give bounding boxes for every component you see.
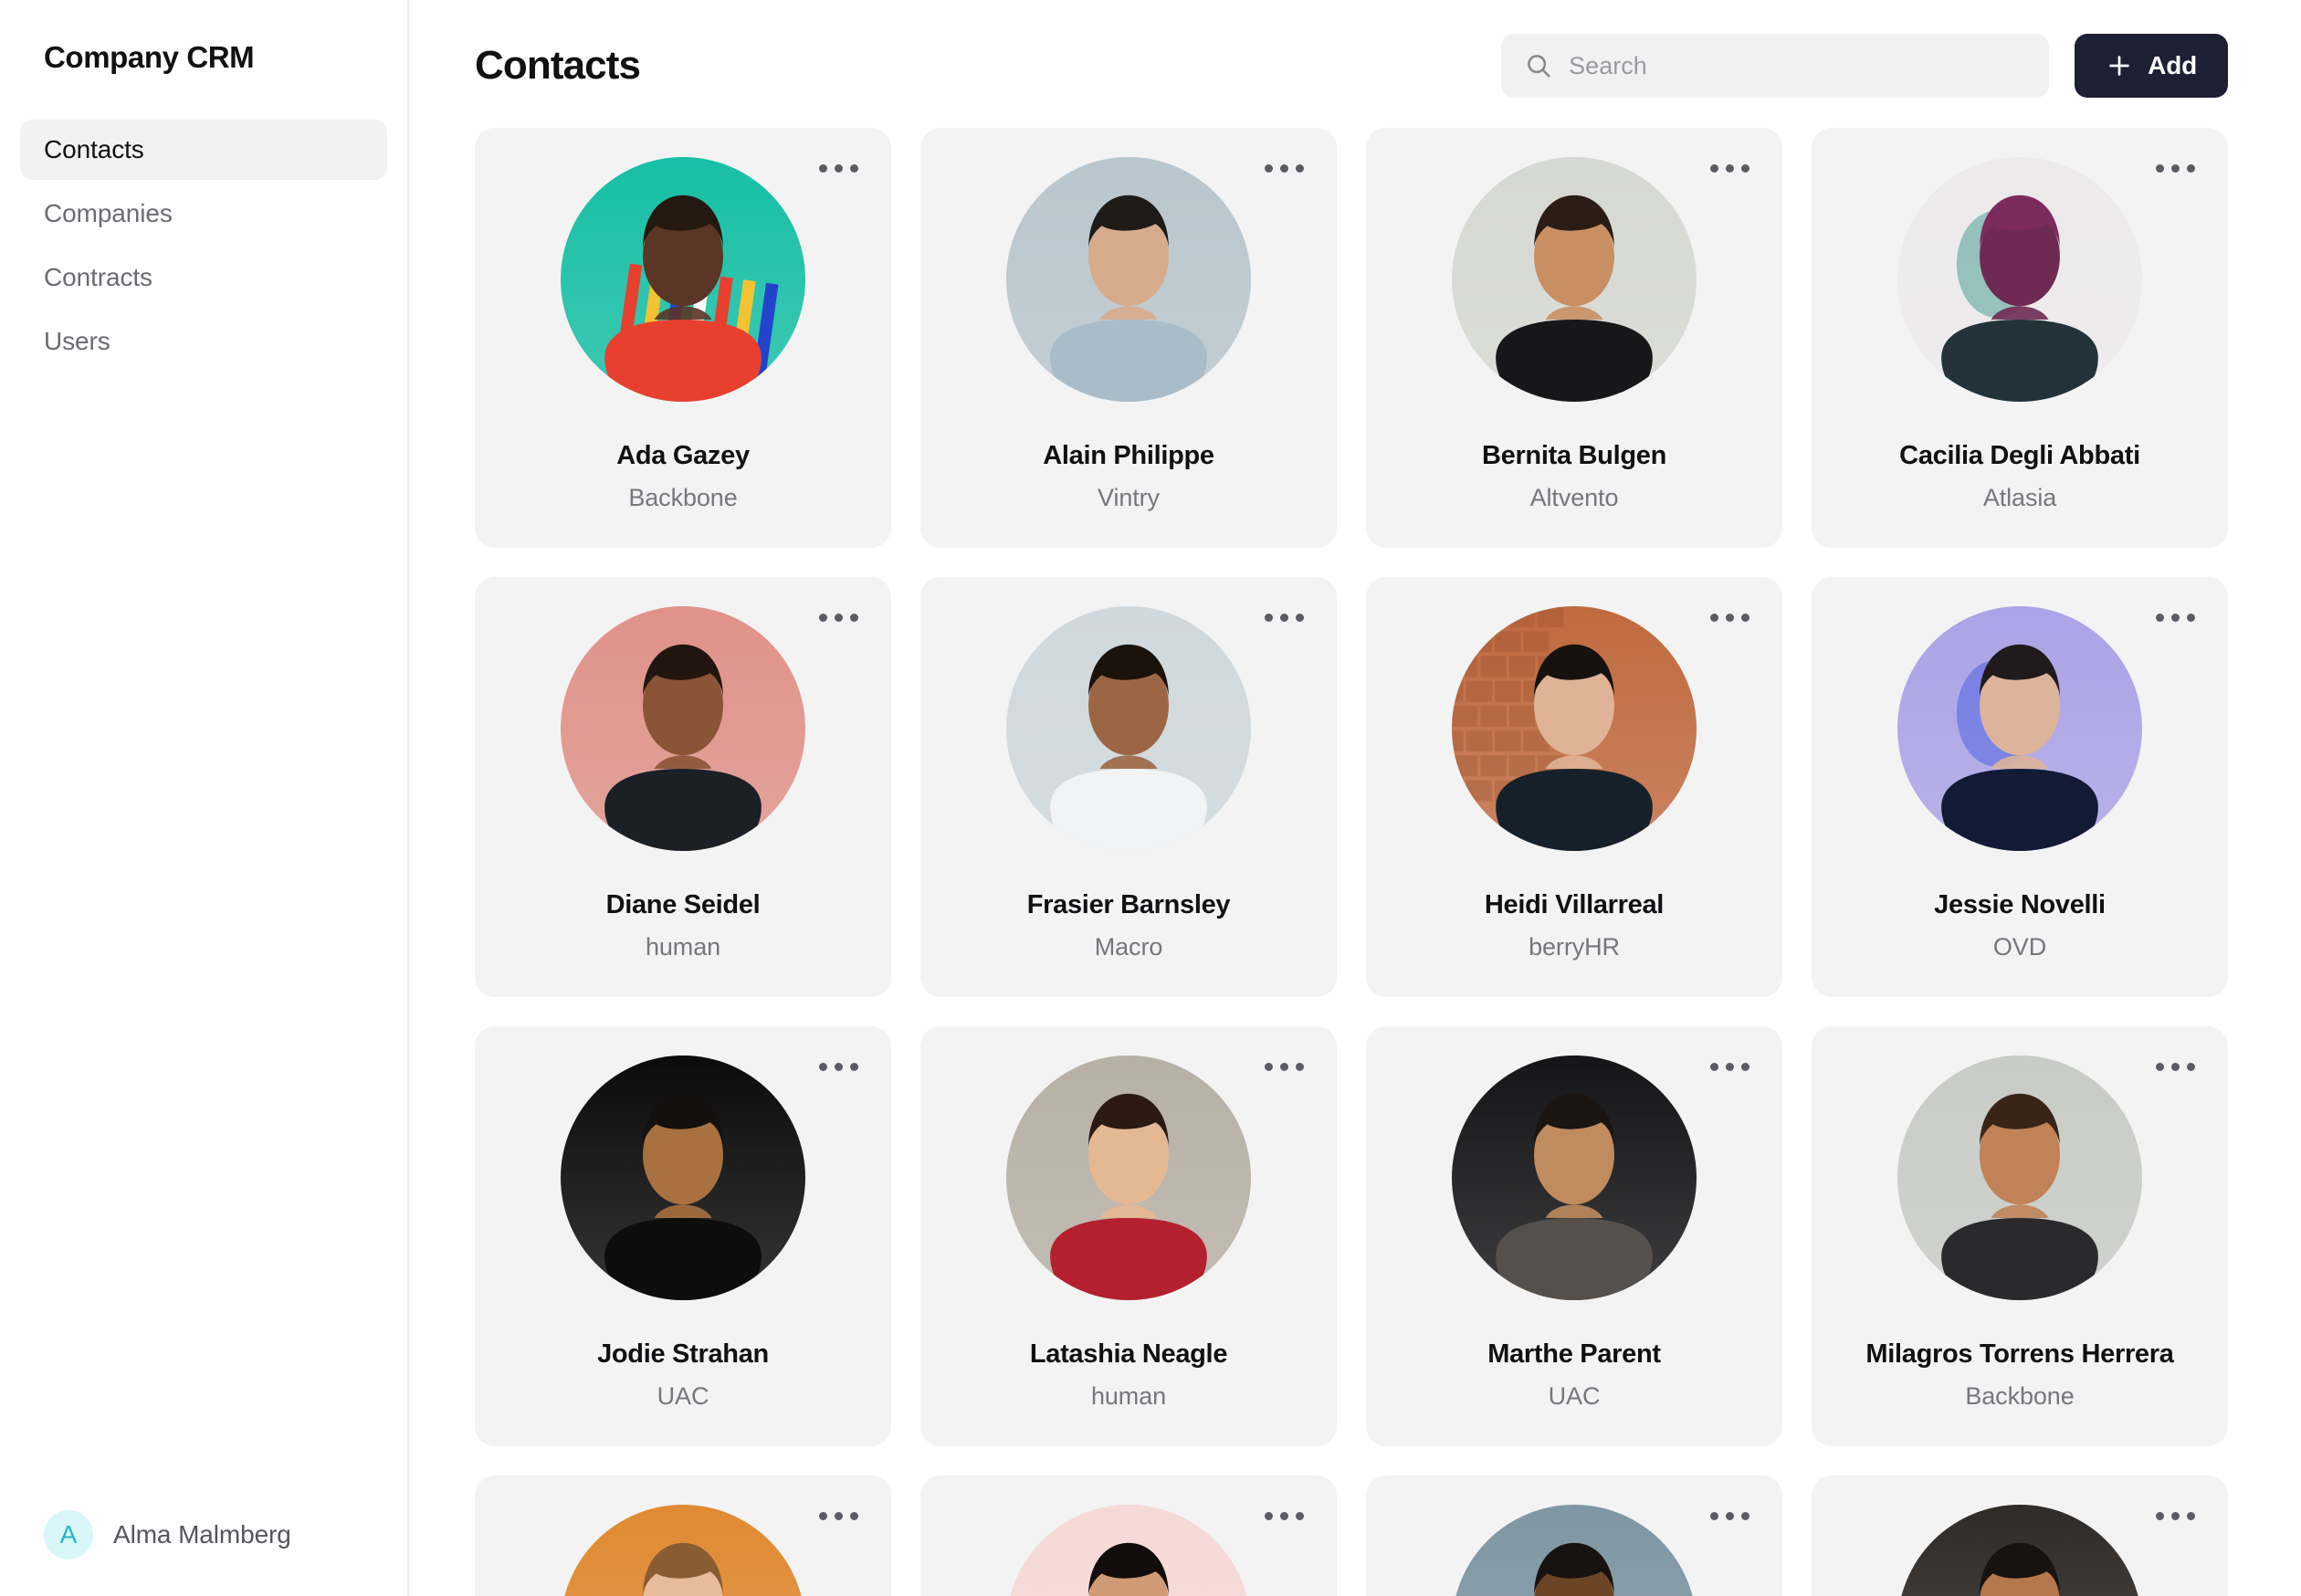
contact-card[interactable] <box>1366 1475 1782 1596</box>
contact-card[interactable]: Marthe Parent UAC <box>1366 1026 1782 1446</box>
ellipsis-icon[interactable] <box>1705 1507 1755 1526</box>
sidebar-user-profile[interactable]: A Alma Malmberg <box>0 1510 407 1559</box>
sidebar-item-label: Companies <box>44 199 173 227</box>
main-content: Contacts Add <box>409 0 2301 1596</box>
ellipsis-icon[interactable] <box>814 608 864 627</box>
sidebar-item-contracts[interactable]: Contracts <box>20 247 387 308</box>
contacts-grid: Ada Gazey Backbone Alain Philippe Vintry B… <box>475 128 2228 1596</box>
contact-avatar <box>1452 157 1697 402</box>
sidebar-item-users[interactable]: Users <box>20 311 387 372</box>
ellipsis-icon[interactable] <box>1705 159 1755 178</box>
ellipsis-icon[interactable] <box>814 159 864 178</box>
contact-name: Latashia Neagle <box>1029 1339 1228 1369</box>
contact-avatar <box>1006 1505 1251 1596</box>
contact-avatar <box>1006 606 1251 851</box>
contact-name: Heidi Villarreal <box>1484 890 1665 919</box>
sidebar-item-contacts[interactable]: Contacts <box>20 120 387 180</box>
ellipsis-icon[interactable] <box>814 1507 864 1526</box>
contact-company: Backbone <box>1965 1381 2075 1410</box>
add-button[interactable]: Add <box>2075 34 2228 98</box>
contact-company: human <box>1090 1381 1167 1410</box>
contact-company: berryHR <box>1529 932 1620 961</box>
contact-company: Atlasia <box>1982 483 2057 511</box>
app-brand-title: Company CRM <box>44 40 255 74</box>
sidebar-item-label: Contacts <box>44 135 144 163</box>
ellipsis-icon[interactable] <box>1259 608 1309 627</box>
contact-avatar <box>1006 157 1251 402</box>
add-button-label: Add <box>2148 51 2197 79</box>
avatar: A <box>44 1510 93 1559</box>
plus-icon <box>2106 52 2133 79</box>
contact-card[interactable] <box>1812 1475 2228 1596</box>
header-actions: Add <box>1501 34 2228 98</box>
contact-avatar <box>561 606 805 851</box>
contact-name: Bernita Bulgen <box>1481 441 1667 470</box>
contact-avatar <box>1452 1505 1697 1596</box>
contact-company: Vintry <box>1098 483 1160 511</box>
app-root: Company CRM Contacts Companies Contracts Us… <box>0 0 2301 1596</box>
ellipsis-icon[interactable] <box>1259 1507 1309 1526</box>
ellipsis-icon[interactable] <box>1259 159 1309 178</box>
contact-avatar <box>1452 1055 1697 1300</box>
contact-card[interactable] <box>475 1475 891 1596</box>
ellipsis-icon[interactable] <box>2150 608 2201 627</box>
contact-name: Milagros Torrens Herrera <box>1865 1339 2174 1369</box>
contact-card[interactable]: Jodie Strahan UAC <box>475 1026 891 1446</box>
sidebar-item-label: Contracts <box>44 263 152 291</box>
contact-card[interactable]: Milagros Torrens Herrera Backbone <box>1812 1026 2228 1446</box>
contact-name: Cacilia Degli Abbati <box>1899 441 2140 470</box>
contact-company: Altvento <box>1529 483 1619 511</box>
contact-company: OVD <box>1992 932 2047 961</box>
contact-card[interactable]: Alain Philippe Vintry <box>920 128 1337 548</box>
ellipsis-icon[interactable] <box>2150 1057 2201 1076</box>
ellipsis-icon[interactable] <box>2150 159 2201 178</box>
contact-card[interactable] <box>920 1475 1337 1596</box>
contact-card[interactable]: Latashia Neagle human <box>920 1026 1337 1446</box>
contact-card[interactable]: Cacilia Degli Abbati Atlasia <box>1812 128 2228 548</box>
contact-card[interactable]: Bernita Bulgen Altvento <box>1366 128 1782 548</box>
contact-company: UAC <box>1548 1381 1601 1410</box>
contact-avatar <box>561 1055 805 1300</box>
contact-card[interactable]: Ada Gazey Backbone <box>475 128 891 548</box>
contact-avatar <box>561 1505 805 1596</box>
sidebar-user-name: Alma Malmberg <box>113 1520 291 1549</box>
contact-card[interactable]: Frasier Barnsley Macro <box>920 577 1337 997</box>
ellipsis-icon[interactable] <box>1259 1057 1309 1076</box>
ellipsis-icon[interactable] <box>1705 608 1755 627</box>
ellipsis-icon[interactable] <box>814 1057 864 1076</box>
contact-avatar <box>1006 1055 1251 1300</box>
contact-avatar <box>1897 1505 2142 1596</box>
contact-avatar <box>1897 1055 2142 1300</box>
sidebar-item-label: Users <box>44 327 110 355</box>
sidebar-nav: Contacts Companies Contracts Users <box>0 120 407 372</box>
contact-name: Marthe Parent <box>1487 1339 1661 1369</box>
contact-name: Jodie Strahan <box>597 1339 769 1369</box>
contact-avatar <box>1452 606 1697 851</box>
ellipsis-icon[interactable] <box>2150 1507 2201 1526</box>
search-icon <box>1525 52 1552 79</box>
contact-name: Ada Gazey <box>616 441 750 470</box>
contact-name: Alain Philippe <box>1043 441 1214 470</box>
contact-card[interactable]: Diane Seidel human <box>475 577 891 997</box>
sidebar-item-companies[interactable]: Companies <box>20 184 387 244</box>
search-input[interactable] <box>1569 51 2026 80</box>
contact-company: Macro <box>1094 932 1163 961</box>
search-box[interactable] <box>1501 34 2050 98</box>
contact-company: UAC <box>657 1381 709 1410</box>
contact-name: Diane Seidel <box>605 890 761 919</box>
sidebar: Company CRM Contacts Companies Contracts Us… <box>0 0 409 1596</box>
contact-name: Jessie Novelli <box>1934 890 2106 919</box>
contact-name: Frasier Barnsley <box>1026 890 1231 919</box>
page-title: Contacts <box>475 43 641 88</box>
contact-card[interactable]: Jessie Novelli OVD <box>1812 577 2228 997</box>
ellipsis-icon[interactable] <box>1705 1057 1755 1076</box>
contact-avatar <box>561 157 805 402</box>
contact-company: Backbone <box>628 483 738 511</box>
contact-avatar <box>1897 157 2142 402</box>
contact-card[interactable]: Heidi Villarreal berryHR <box>1366 577 1782 997</box>
contact-avatar <box>1897 606 2142 851</box>
contact-company: human <box>645 932 721 961</box>
page-header: Contacts Add <box>475 0 2228 100</box>
